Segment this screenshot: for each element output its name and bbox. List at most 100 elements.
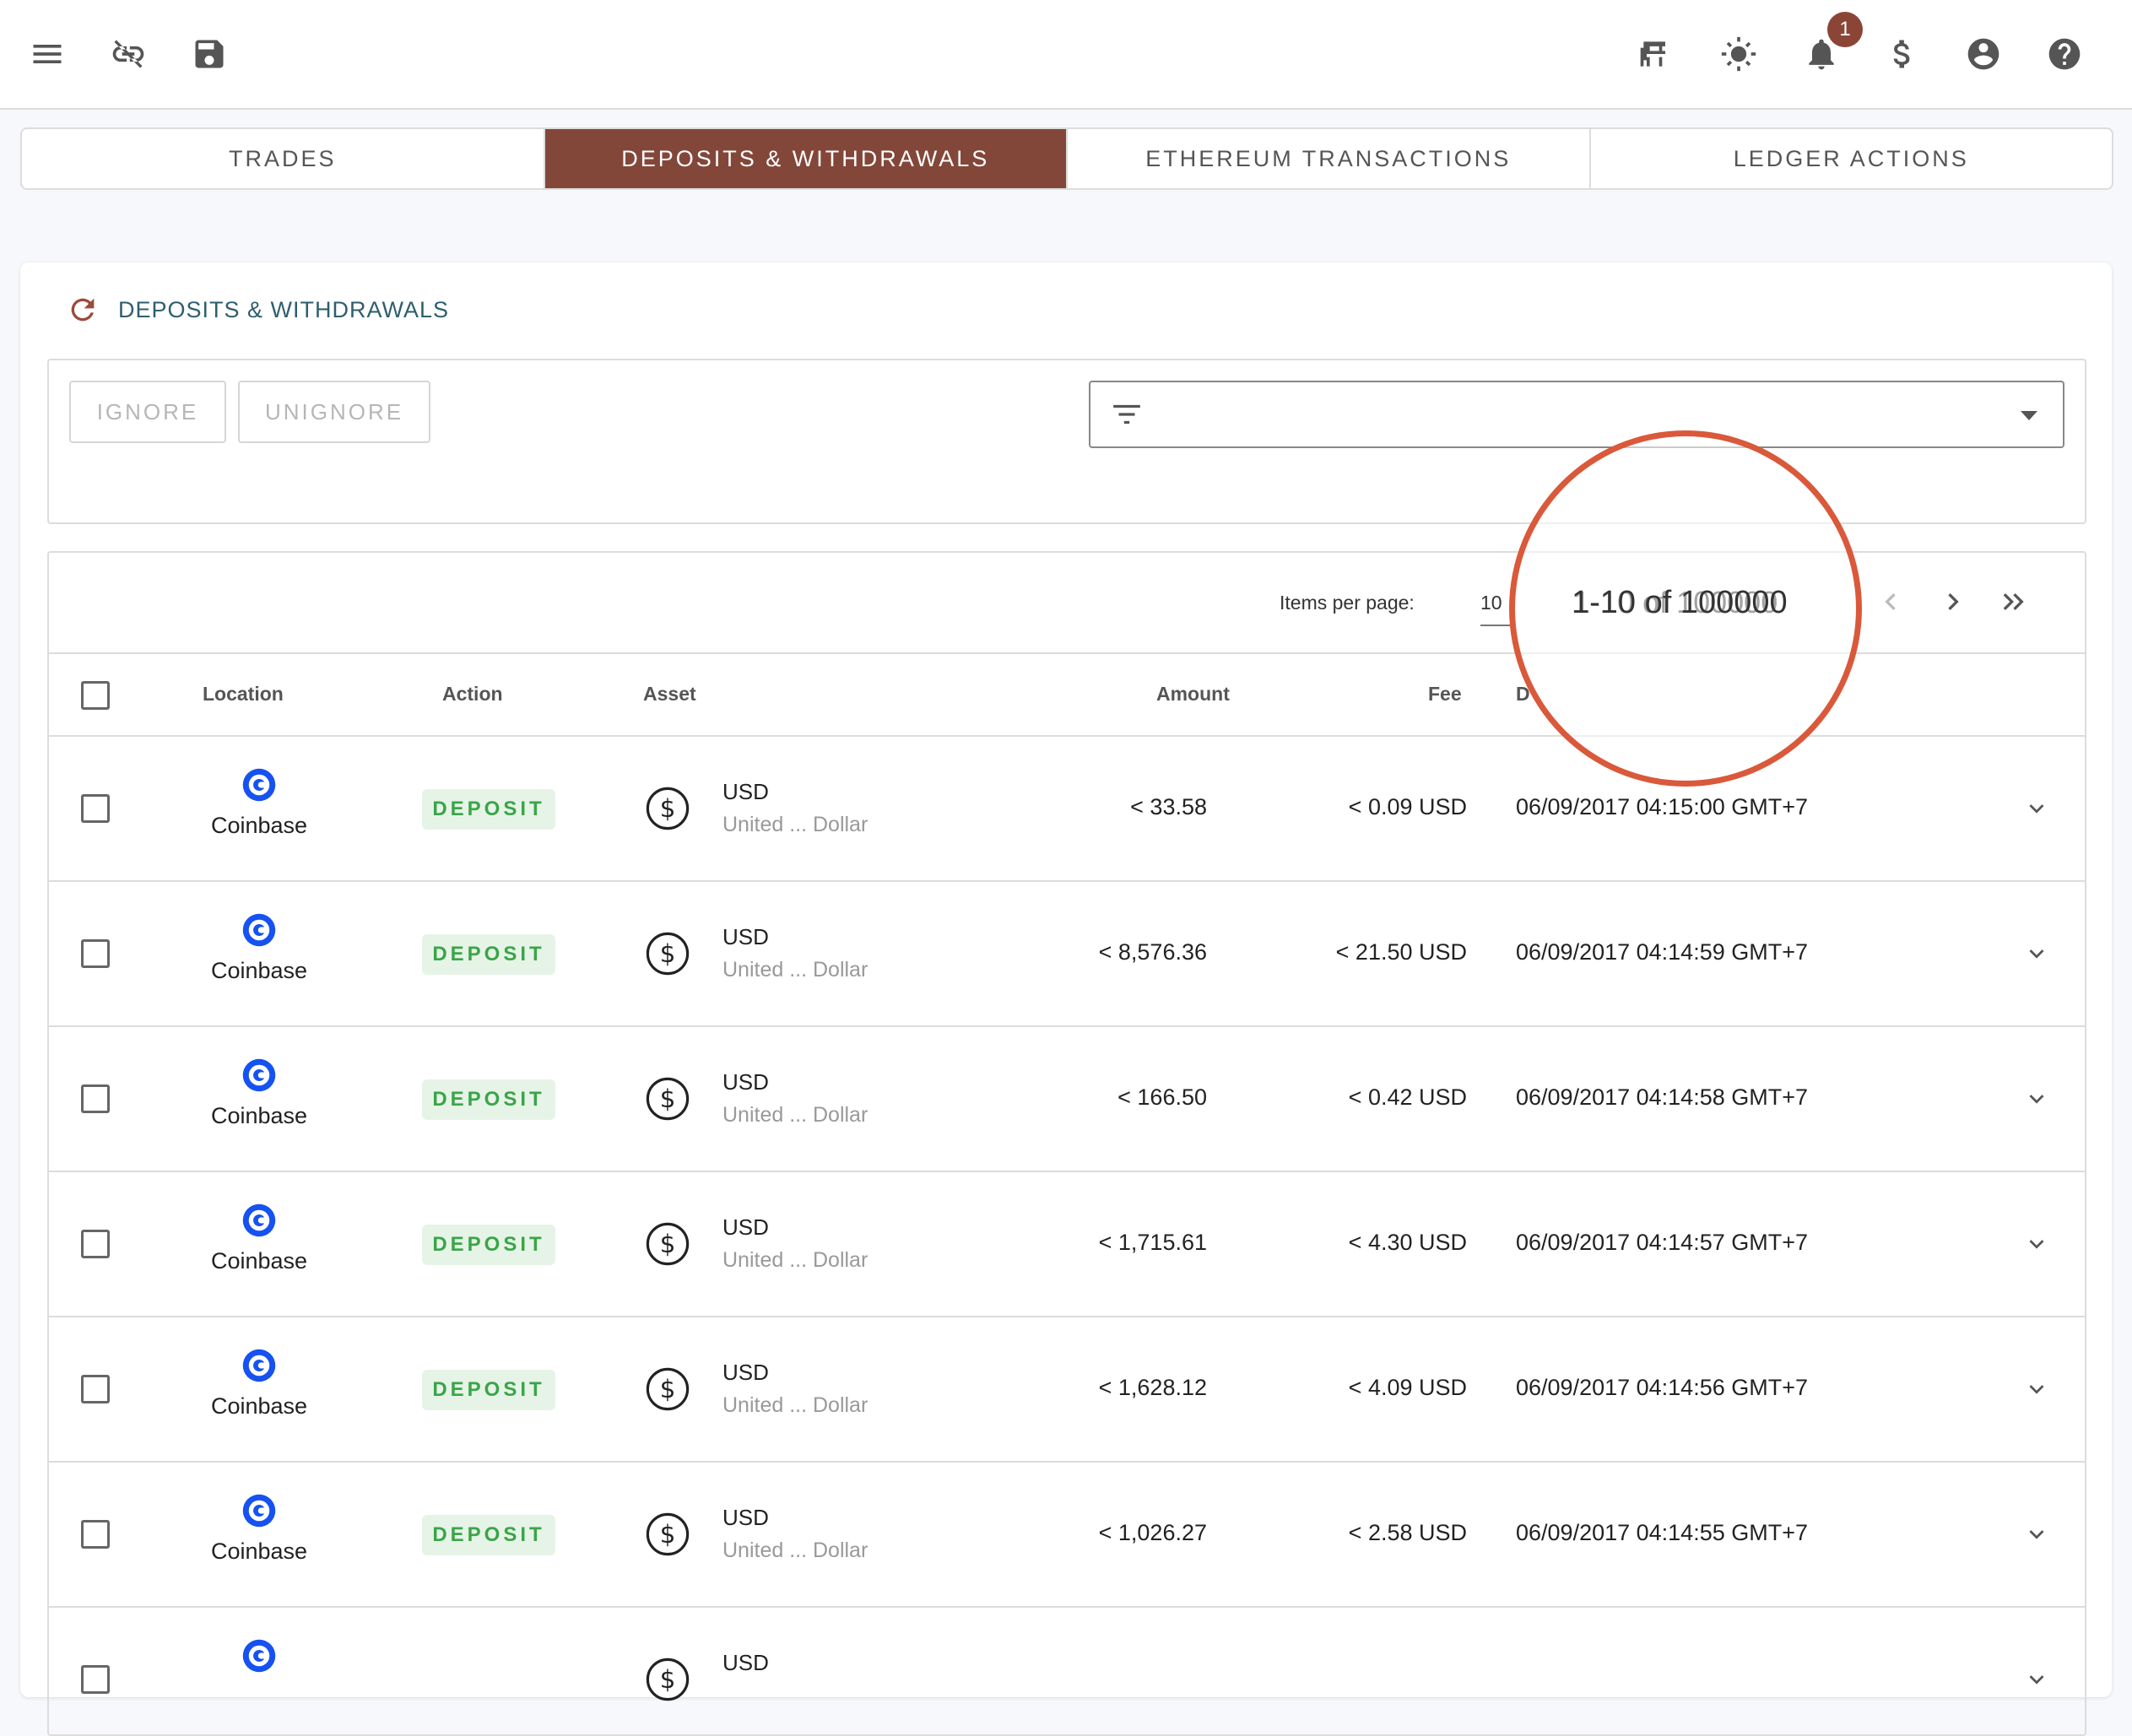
highlighted-page-range: 1-10 of 100000 (1572, 585, 1788, 620)
action-chip: DEPOSIT (422, 934, 555, 975)
svg-text:$: $ (660, 939, 676, 968)
ignore-button[interactable]: IGNORE (69, 381, 226, 443)
date-value: 06/09/2017 04:14:56 GMT+7 (1516, 1375, 1809, 1400)
amount-value: < 1,715.61 (1098, 1230, 1207, 1255)
filter-input[interactable] (1089, 381, 2064, 448)
fee-value: < 0.42 USD (1348, 1084, 1467, 1110)
coinbase-logo-icon (242, 1494, 276, 1528)
expand-chevron-icon[interactable] (2022, 1520, 2051, 1549)
asset-symbol: USD (722, 779, 769, 804)
date-value: 06/09/2017 04:14:57 GMT+7 (1516, 1230, 1809, 1255)
amount-value: < 33.58 (1130, 794, 1207, 819)
currency-dollar-icon[interactable] (1877, 29, 1928, 79)
header-amount[interactable]: Amount (1156, 683, 1230, 706)
date-value: 06/09/2017 04:14:58 GMT+7 (1516, 1084, 1809, 1110)
date-value: 06/09/2017 04:14:55 GMT+7 (1516, 1520, 1809, 1545)
help-circle-icon[interactable] (2039, 29, 2090, 79)
account-circle-icon[interactable] (1958, 29, 2009, 79)
svg-text:$: $ (660, 1665, 676, 1694)
amount-value: < 1,026.27 (1098, 1520, 1207, 1545)
row-checkbox[interactable] (81, 1084, 110, 1113)
tab-ledger-actions[interactable]: LEDGER ACTIONS (1591, 129, 2113, 188)
items-per-page-label: Items per page: (1280, 592, 1415, 614)
theme-sun-icon[interactable] (1713, 29, 1764, 79)
refresh-icon[interactable] (66, 293, 100, 327)
asset-name: United ... Dollar (722, 813, 868, 836)
header-location[interactable]: Location (203, 683, 284, 706)
location-name: Coinbase (210, 813, 308, 838)
table-row[interactable]: Coinbase DEPOSIT $ USD United ... Dollar < 8,… (49, 882, 2085, 1027)
dropdown-arrow-icon[interactable] (2021, 411, 2037, 420)
table-row[interactable]: $ USD (49, 1608, 2085, 1734)
coinbase-logo-icon (242, 768, 276, 802)
fee-value: < 0.09 USD (1348, 794, 1467, 819)
expand-chevron-icon[interactable] (2022, 1084, 2051, 1113)
amount-value: < 166.50 (1117, 1084, 1207, 1110)
table-row[interactable]: Coinbase DEPOSIT $ USD United ... Dollar < 1,… (49, 1463, 2085, 1608)
action-chip: DEPOSIT (422, 1079, 555, 1120)
usd-asset-icon: $ (646, 1077, 690, 1121)
asset-symbol: USD (722, 924, 769, 949)
location-name: Coinbase (210, 1539, 308, 1564)
row-checkbox[interactable] (81, 1520, 110, 1549)
unignore-button[interactable]: UNIGNORE (238, 381, 430, 443)
svg-text:$: $ (660, 794, 676, 823)
row-checkbox[interactable] (81, 1665, 110, 1694)
usd-asset-icon: $ (646, 1222, 690, 1266)
expand-chevron-icon[interactable] (2022, 939, 2051, 968)
coinbase-logo-icon (242, 1639, 276, 1673)
location-name: Coinbase (210, 1248, 308, 1274)
pinned-icon[interactable] (1631, 29, 1681, 79)
amount-value: < 1,628.12 (1098, 1375, 1207, 1400)
link-off-icon[interactable] (103, 29, 154, 79)
header-action[interactable]: Action (442, 683, 503, 706)
menu-icon[interactable] (22, 29, 73, 79)
table-row[interactable]: Coinbase DEPOSIT $ USD United ... Dollar < 1,… (49, 1172, 2085, 1317)
svg-text:$: $ (660, 1230, 676, 1258)
coinbase-logo-icon (242, 1349, 276, 1382)
svg-text:$: $ (660, 1375, 676, 1403)
usd-asset-icon: $ (646, 1658, 690, 1701)
tab-deposits-withdrawals[interactable]: DEPOSITS & WITHDRAWALS (544, 129, 1068, 188)
date-value: 06/09/2017 04:14:59 GMT+7 (1516, 939, 1809, 965)
svg-text:$: $ (660, 1084, 676, 1113)
expand-chevron-icon[interactable] (2022, 1230, 2051, 1258)
asset-name: United ... Dollar (722, 1103, 868, 1127)
expand-chevron-icon[interactable] (2022, 794, 2051, 823)
row-checkbox[interactable] (81, 1230, 110, 1258)
expand-chevron-icon[interactable] (2022, 1375, 2051, 1403)
action-chip: DEPOSIT (422, 1225, 555, 1265)
date-value: 06/09/2017 04:15:00 GMT+7 (1516, 794, 1809, 819)
last-page-icon[interactable] (1997, 585, 2031, 619)
asset-name: United ... Dollar (722, 1248, 868, 1272)
row-checkbox[interactable] (81, 939, 110, 968)
asset-name: United ... Dollar (722, 958, 868, 982)
tab-bar: TRADES DEPOSITS & WITHDRAWALS ETHEREUM T… (20, 127, 2113, 190)
previous-page-icon[interactable] (1874, 585, 1907, 619)
top-app-bar: 1 (0, 0, 2132, 110)
fee-value: < 21.50 USD (1335, 939, 1467, 965)
tab-trades[interactable]: TRADES (22, 129, 545, 188)
row-checkbox[interactable] (81, 1375, 110, 1403)
table-row[interactable]: Coinbase DEPOSIT $ USD United ... Dollar < 16… (49, 1027, 2085, 1172)
svg-text:$: $ (660, 1520, 676, 1549)
coinbase-logo-icon (242, 1203, 276, 1237)
filter-icon (1113, 404, 1140, 425)
location-name: Coinbase (210, 958, 308, 983)
usd-asset-icon: $ (646, 932, 690, 976)
expand-chevron-icon[interactable] (2022, 1665, 2051, 1694)
asset-name: United ... Dollar (722, 1539, 868, 1562)
header-fee[interactable]: Fee (1428, 683, 1462, 706)
coinbase-logo-icon (242, 913, 276, 947)
row-checkbox[interactable] (81, 794, 110, 823)
usd-asset-icon: $ (646, 1367, 690, 1411)
header-asset[interactable]: Asset (643, 683, 696, 706)
action-chip: DEPOSIT (422, 1515, 555, 1555)
next-page-icon[interactable] (1936, 585, 1970, 619)
tab-ethereum-transactions[interactable]: ETHEREUM TRANSACTIONS (1068, 129, 1591, 188)
table-row[interactable]: Coinbase DEPOSIT $ USD United ... Dollar < 1,… (49, 1317, 2085, 1463)
select-all-checkbox[interactable] (81, 681, 110, 710)
save-icon[interactable] (184, 29, 235, 79)
card-header: DEPOSITS & WITHDRAWALS (66, 293, 449, 327)
location-name: Coinbase (210, 1103, 308, 1128)
